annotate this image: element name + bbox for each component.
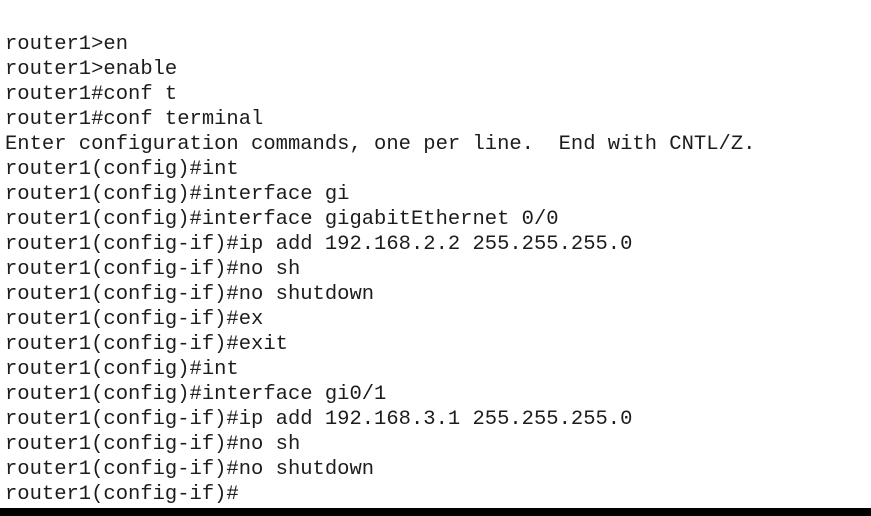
terminal-line: router1(config)#int [5,158,239,181]
terminal-line: router1(config-if)#no sh [5,258,301,281]
terminal-line: router1(config-if)#exit [5,333,288,356]
terminal-line: router1#conf t [5,83,178,106]
terminal-line: router1>en [5,33,129,56]
terminal-output[interactable]: router1>en router1>enable router1#conf t ro… [5,32,871,507]
window-bottom-border [0,508,871,512]
terminal-line: router1#conf terminal [5,108,264,131]
terminal-line: router1(config-if)#ip add 192.168.2.2 25… [5,233,633,256]
terminal-line: router1(config-if)#no sh [5,433,301,456]
terminal-line-info-message: Enter configuration commands, one per li… [5,133,756,156]
terminal-line: router1(config)#interface gi0/1 [5,383,387,406]
terminal-line: router1>enable [5,58,178,81]
terminal-line: router1(config)#interface gi [5,183,350,206]
terminal-line: router1(config-if)#ex [5,308,264,331]
terminal-line: router1(config)#int [5,358,239,381]
terminal-line: router1(config-if)#no shutdown [5,283,375,306]
terminal-window[interactable]: router1>en router1>enable router1#conf t ro… [0,0,871,516]
terminal-line: router1(config-if)#ip add 192.168.3.1 25… [5,408,633,431]
terminal-line-active-prompt[interactable]: router1(config-if)# [5,482,871,507]
terminal-line: router1(config-if)#no shutdown [5,458,375,481]
terminal-line: router1(config)#interface gigabitEtherne… [5,208,559,231]
